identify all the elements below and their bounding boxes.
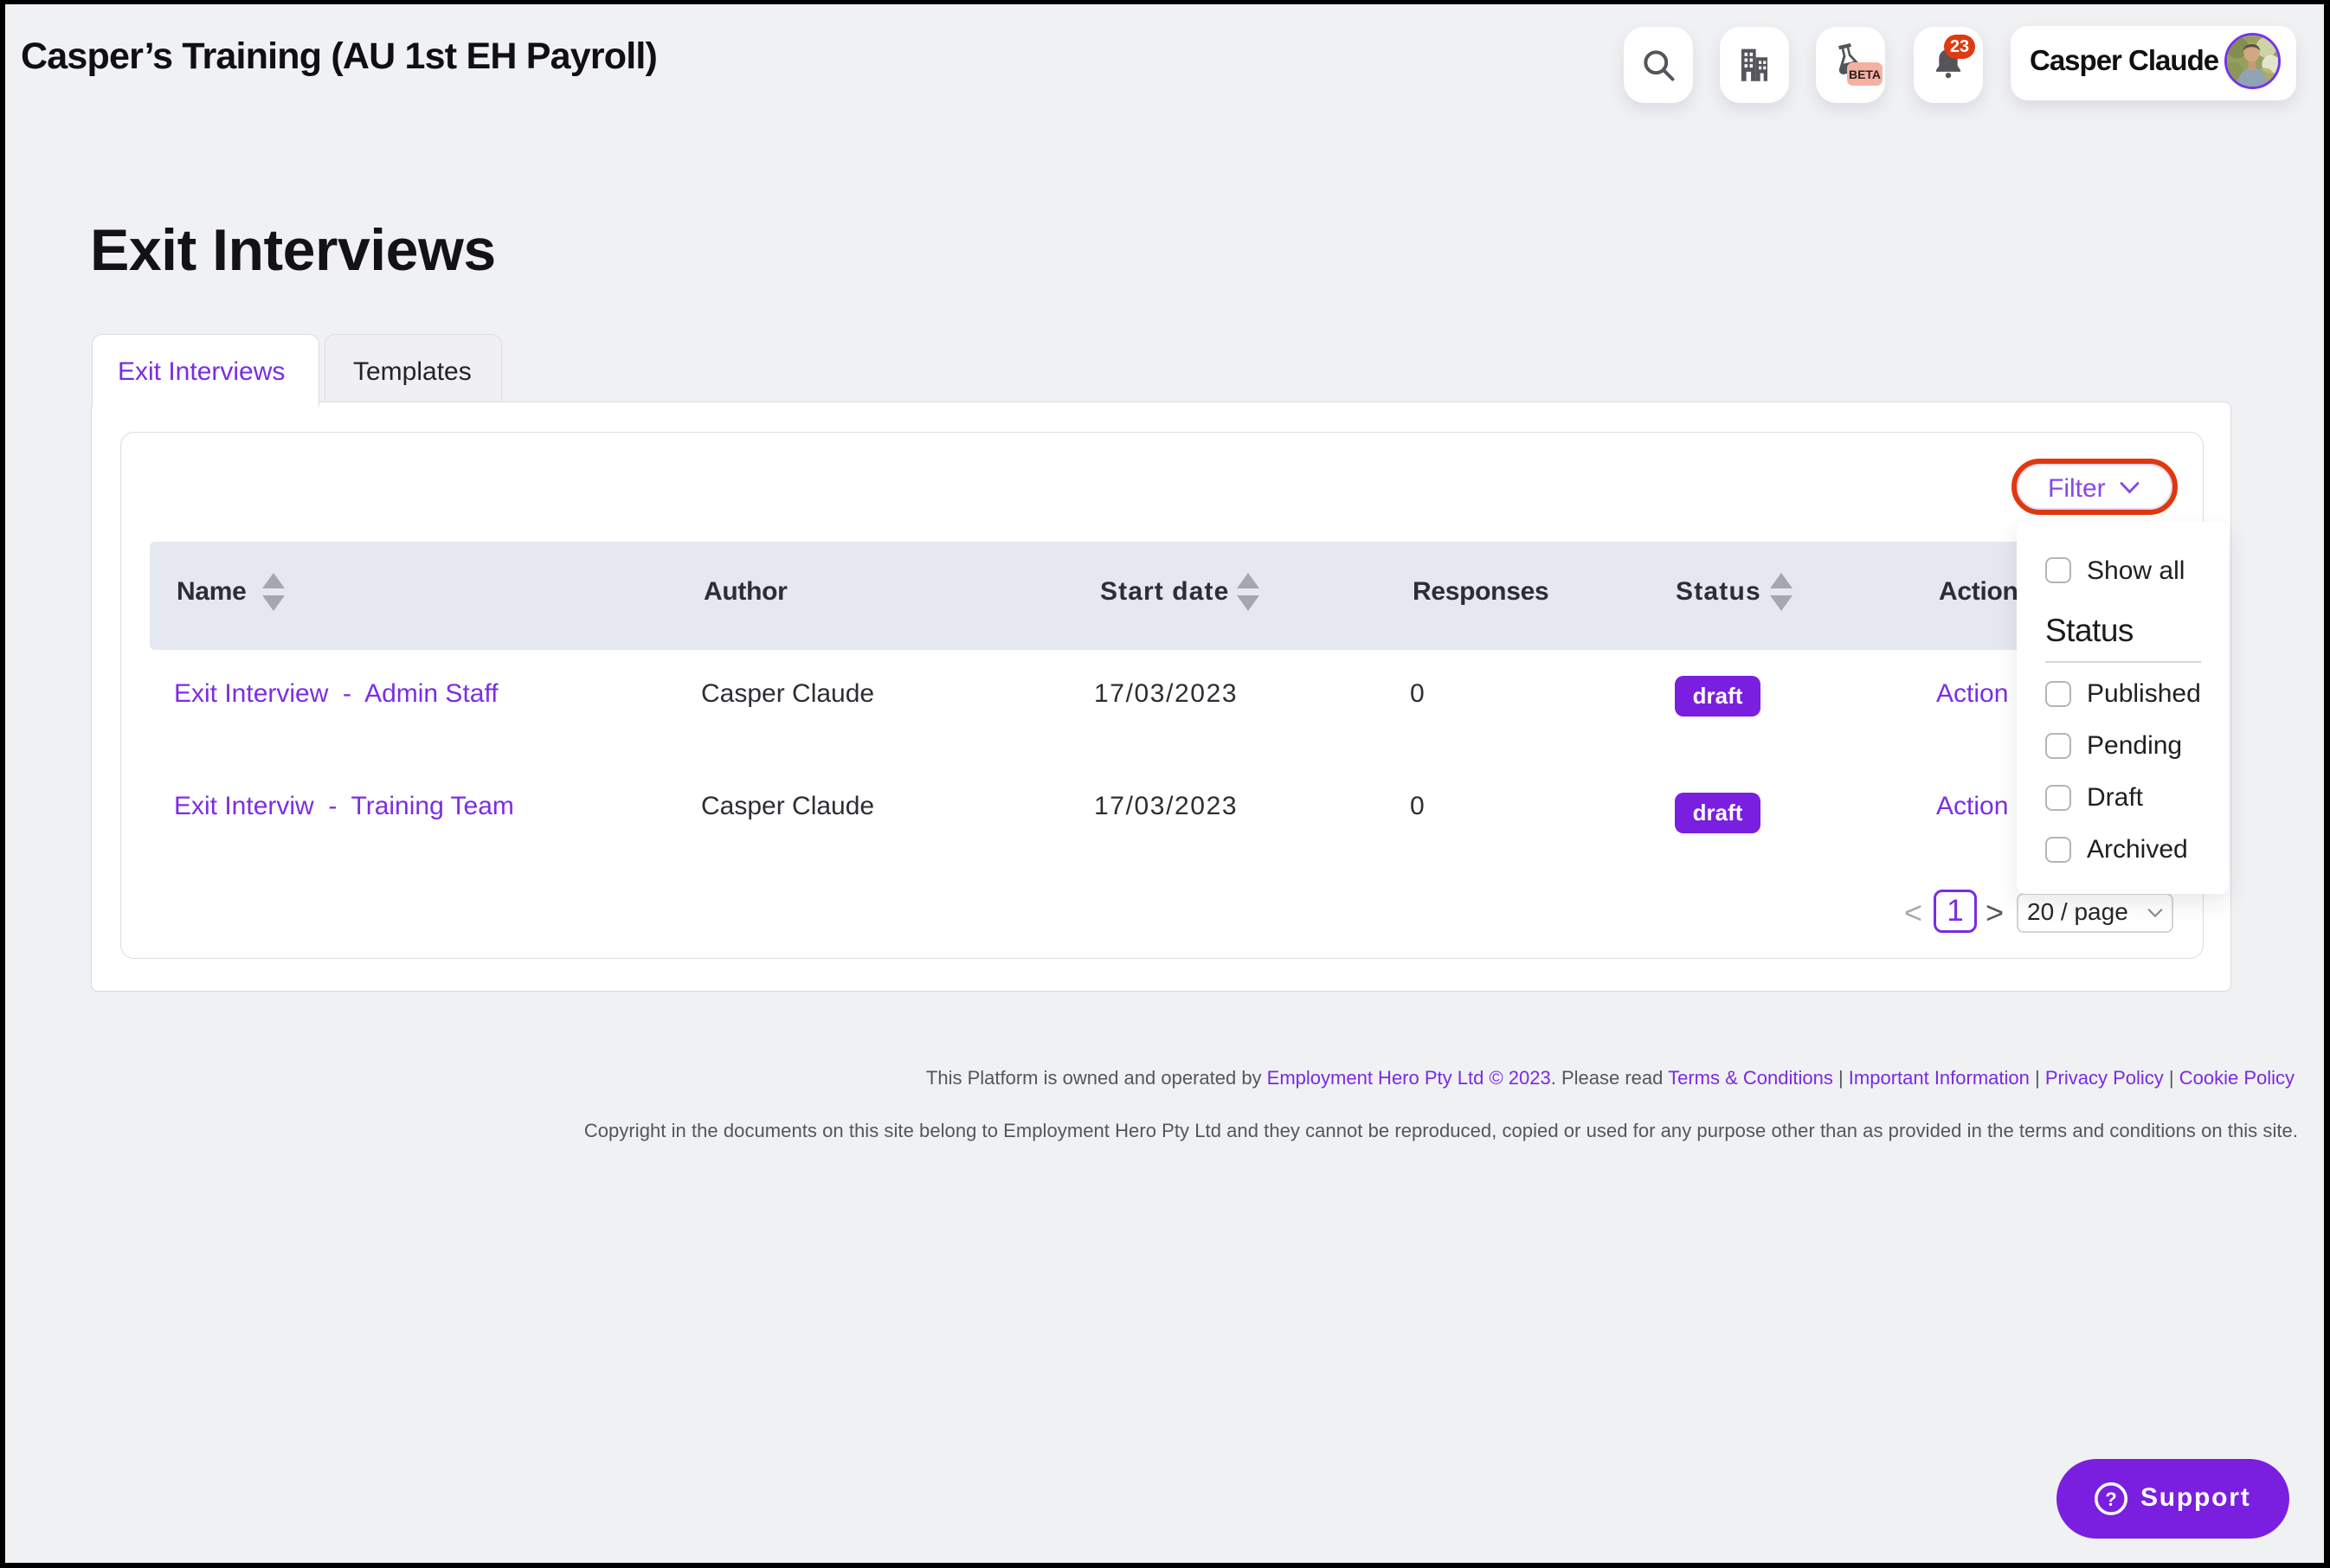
svg-text:?: ?: [2105, 1488, 2116, 1510]
